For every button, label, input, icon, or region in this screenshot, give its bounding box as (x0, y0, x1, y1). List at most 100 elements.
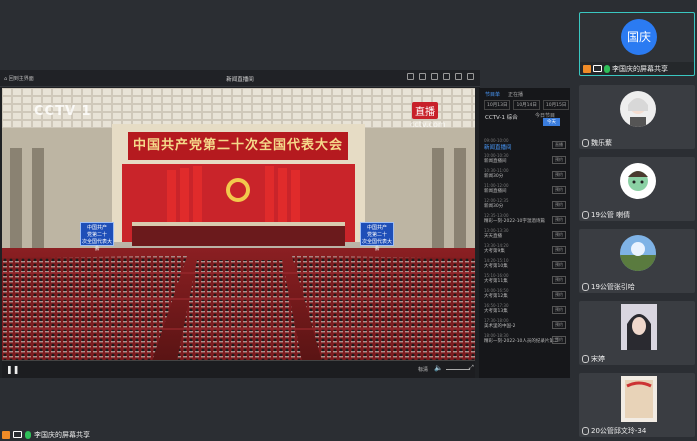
screen-share-icon (13, 431, 22, 438)
host-icon (583, 64, 591, 73)
participant-tile-2[interactable]: 魏乐蘩 (579, 85, 695, 149)
minimize-icon[interactable] (443, 73, 450, 80)
cctv-site-watermark: cctv.com (410, 120, 446, 129)
tab-schedule[interactable]: 节目单 (485, 91, 500, 98)
program-action-button[interactable]: 预约 (552, 246, 566, 254)
program-row[interactable]: 13:30-14:20 大考第9集 预约 (484, 243, 568, 257)
sign-left-line-2: 党第二十 (86, 232, 107, 238)
program-action-button[interactable]: 预约 (552, 261, 566, 269)
mic-muted-icon (582, 426, 589, 435)
program-row[interactable]: 18:00-18:30 精彩一刻-2022-10人员的纪录片第二 预约 (484, 333, 568, 347)
mic-muted-icon (582, 210, 589, 219)
top-toolbar-area (0, 0, 575, 70)
program-row[interactable]: 17:30-18:00 美术里的中国-2 预约 (484, 318, 568, 332)
program-row[interactable]: 12:00-12:35 新闻30分 预约 (484, 198, 568, 212)
participant-name: 19公管张引哈 (591, 282, 635, 291)
participant-tile-5[interactable]: 宋婷 (579, 301, 695, 365)
date-tabs: 10月13日 10月14日 10月15日 (484, 100, 570, 110)
program-action-button[interactable]: 预约 (552, 186, 566, 194)
window-controls (407, 73, 474, 80)
participant-tile-3[interactable]: 19公管 喇倩 (579, 157, 695, 221)
channel-name: CCTV-1 综合 (485, 115, 518, 121)
shared-screen-window: ⌂ 回到主界面 新闻直播间 CCTV 1 直播 cctv.com 中国共产党第二… (0, 70, 570, 378)
volume-icon[interactable]: 🔈 (434, 364, 443, 372)
participant-name-bar: 19公管张引哈 (579, 280, 695, 293)
sign-left-line-1: 中国共产 (86, 225, 107, 231)
live-badge: 直播 (412, 102, 438, 119)
volume-slider[interactable] (446, 369, 470, 370)
participant-name: 19公管 喇倩 (591, 210, 631, 219)
video-player[interactable]: CCTV 1 直播 cctv.com 中国共产党第二十次全国代表大会 中国共产 … (2, 88, 475, 361)
participant-name-bar: 19公管 喇倩 (579, 208, 695, 221)
pip-icon[interactable] (407, 73, 414, 80)
program-action-button[interactable]: 预约 (552, 291, 566, 299)
participant-tile-4[interactable]: 19公管张引哈 (579, 229, 695, 293)
bottom-share-label: 李国庆的屏幕共享 (0, 428, 90, 441)
participant-tile-1[interactable]: 国庆 李国庆的屏幕共享 (579, 12, 695, 76)
program-row[interactable]: 15:10-16:00 大考第11集 预约 (484, 273, 568, 287)
program-action-button[interactable]: 预约 (552, 336, 566, 344)
share-icon[interactable] (419, 73, 426, 80)
program-row[interactable]: 11:00-12:00 新闻直播间 预约 (484, 183, 568, 197)
program-row[interactable]: 14:20-15:10 大考第10集 预约 (484, 258, 568, 272)
sign-right-line-1: 中国共产 (366, 225, 387, 231)
date-tab-3[interactable]: 10月15日 (542, 100, 570, 110)
host-icon (2, 430, 10, 439)
date-tab-1[interactable]: 10月13日 (484, 100, 511, 110)
program-row[interactable]: 13:00-13:30 天天直播 预约 (484, 228, 568, 242)
participant-name: 李国庆的屏幕共享 (612, 64, 668, 73)
screen-share-icon (593, 65, 602, 72)
today-tab[interactable]: 今天 (543, 118, 560, 126)
screen-sign-left: 中国共产 党第二十 次全国代表大会 (80, 222, 114, 252)
program-row[interactable]: 16:00-16:50 大考第12集 预约 (484, 288, 568, 302)
program-row[interactable]: 10:30-11:00 新闻30分 预约 (484, 168, 568, 182)
program-action-button[interactable]: 预约 (552, 156, 566, 164)
program-action-button[interactable]: 预约 (552, 231, 566, 239)
avatar (620, 163, 656, 199)
program-row[interactable]: 16:50-17:30 大考第13集 预约 (484, 303, 568, 317)
close-icon[interactable] (467, 73, 474, 80)
fullscreen-icon[interactable]: ⤢ (469, 364, 474, 372)
program-action-button[interactable]: 预约 (552, 216, 566, 224)
program-action-button[interactable]: 直播 (552, 141, 566, 149)
mic-active-icon (604, 64, 610, 73)
participant-name: 20公管邱文玲-34 (591, 426, 647, 435)
bottom-share-name: 李国庆的屏幕共享 (34, 430, 90, 439)
program-action-button[interactable]: 预约 (552, 306, 566, 314)
congress-hall-scene (2, 88, 475, 361)
participant-tile-6[interactable]: 20公管邱文玲-34 (579, 373, 695, 437)
sign-right-line-2: 党第二十 (366, 232, 387, 238)
settings-icon[interactable] (431, 73, 438, 80)
program-row[interactable]: 10:00-10:30 新闻直播间 预约 (484, 153, 568, 167)
tab-now-playing[interactable]: 正在播 (508, 91, 523, 98)
schedule-tabs: 节目单 正在播 (485, 91, 523, 98)
quality-selector[interactable]: 标清 (418, 366, 428, 373)
date-tab-2[interactable]: 10月14日 (513, 100, 540, 110)
mic-muted-icon (582, 282, 589, 291)
program-action-button[interactable]: 预约 (552, 321, 566, 329)
participant-name-bar: 20公管邱文玲-34 (579, 424, 695, 437)
program-list: 09:00-10:00 新闻直播间 直播 10:00-10:30 新闻直播间 预约 10:3… (484, 138, 568, 348)
participant-name: 魏乐蘩 (591, 138, 612, 147)
cctv-logo: CCTV 1 (34, 104, 92, 119)
avatar (620, 91, 656, 127)
mic-active-icon (25, 430, 31, 439)
program-action-button[interactable]: 预约 (552, 276, 566, 284)
program-row[interactable]: 12:35-13:00 精彩一刻-2022-10字温酒诗篇 预约 (484, 213, 568, 227)
program-action-button[interactable]: 预约 (552, 201, 566, 209)
participants-column: 国庆 李国庆的屏幕共享 魏乐蘩 19公管 喇倩 19公管张引哈 宋婷 20公管邱… (577, 0, 697, 441)
participant-name: 宋婷 (591, 354, 605, 363)
video-controls: ❚❚ 标清 🔈 ⤢ (2, 361, 475, 378)
program-row[interactable]: 09:00-10:00 新闻直播间 直播 (484, 138, 568, 152)
camera-feed (621, 304, 657, 350)
program-action-button[interactable]: 预约 (552, 171, 566, 179)
participant-name-bar: 李国庆的屏幕共享 (580, 62, 694, 75)
maximize-icon[interactable] (455, 73, 462, 80)
avatar: 国庆 (621, 19, 657, 55)
screen-sign-right: 中国共产 党第二十 次全国代表大会 (360, 222, 394, 252)
camera-feed (621, 376, 657, 422)
participant-name-bar: 魏乐蘩 (579, 136, 695, 149)
pause-icon[interactable]: ❚❚ (6, 365, 19, 374)
congress-banner: 中国共产党第二十次全国代表大会 (128, 132, 348, 160)
sign-left-line-3: 次全国代表大会 (81, 239, 112, 252)
